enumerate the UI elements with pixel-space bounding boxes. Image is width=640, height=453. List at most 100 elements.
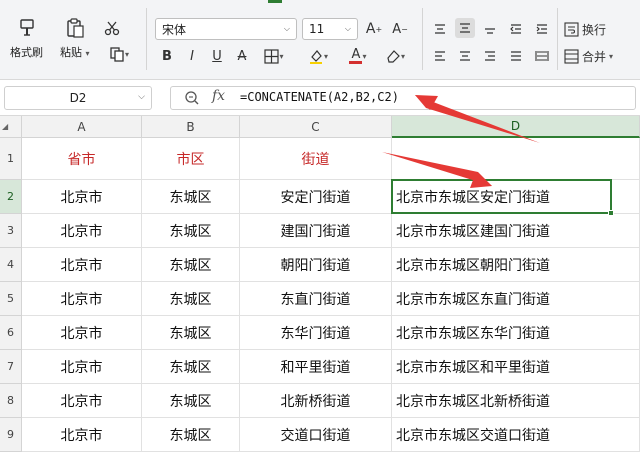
underline-button[interactable]: U (207, 46, 227, 66)
cell-a7[interactable]: 北京市 (22, 350, 142, 384)
chevron-down-icon[interactable]: ⌵ (138, 92, 145, 102)
justify-button[interactable] (506, 46, 526, 66)
distributed-button[interactable] (532, 46, 552, 66)
cell-b7[interactable]: 东城区 (142, 350, 240, 384)
font-name-select[interactable]: 宋体 ⌵ (155, 18, 297, 40)
merge-label: 合并 (582, 49, 607, 64)
distributed-icon (535, 51, 549, 61)
select-all-corner[interactable]: ◢ (0, 116, 22, 138)
border-button[interactable]: ▾ (256, 46, 292, 66)
row-header-3[interactable]: 3 (0, 214, 22, 248)
row-header-5[interactable]: 5 (0, 282, 22, 316)
column-header-d[interactable]: D (392, 116, 640, 138)
name-box[interactable]: D2 ⌵ (4, 86, 152, 110)
ribbon-divider (557, 8, 558, 70)
cell-a2[interactable]: 北京市 (22, 180, 142, 214)
cell-b2[interactable]: 东城区 (142, 180, 240, 214)
cell-c5[interactable]: 东直门街道 (240, 282, 392, 316)
align-center-button[interactable] (455, 46, 475, 66)
cell-d4[interactable]: 北京市东城区朝阳门街道 (392, 248, 640, 282)
cell-d1[interactable] (392, 138, 640, 180)
cell-a3[interactable]: 北京市 (22, 214, 142, 248)
italic-icon: I (190, 48, 194, 64)
cell-b5[interactable]: 东城区 (142, 282, 240, 316)
font-color-swatch (349, 60, 363, 64)
merge-icon (564, 48, 579, 64)
decrease-font-button[interactable]: A − (390, 19, 410, 39)
align-top-button[interactable] (430, 19, 450, 39)
cell-d7[interactable]: 北京市东城区和平里街道 (392, 350, 640, 384)
align-bottom-button[interactable] (480, 19, 500, 39)
clear-button[interactable]: ▾ (378, 46, 412, 66)
wrap-text-button[interactable]: 换行 (564, 19, 626, 39)
indent-decrease-button[interactable] (506, 19, 526, 39)
column-header-c[interactable]: C (240, 116, 392, 138)
cell-d6[interactable]: 北京市东城区东华门街道 (392, 316, 640, 350)
strikethrough-button[interactable]: A (232, 46, 252, 66)
cell-c1[interactable]: 街道 (240, 138, 392, 180)
cell-b3[interactable]: 东城区 (142, 214, 240, 248)
corner-triangle-icon: ◢ (2, 122, 9, 131)
cell-d2[interactable]: 北京市东城区安定门街道 (392, 180, 640, 214)
fill-color-button[interactable]: ▾ (300, 46, 336, 66)
cell-c7[interactable]: 和平里街道 (240, 350, 392, 384)
indent-decrease-icon (510, 24, 521, 34)
cell-d8[interactable]: 北京市东城区北新桥街道 (392, 384, 640, 418)
align-left-button[interactable] (430, 46, 450, 66)
copy-icon[interactable]: ▾ (104, 44, 134, 64)
font-name-value: 宋体 (162, 22, 187, 37)
row-header-4[interactable]: 4 (0, 248, 22, 282)
format-painter-button[interactable]: 格式刷 (10, 16, 43, 60)
fill-handle[interactable] (608, 210, 614, 216)
cell-c6[interactable]: 东华门街道 (240, 316, 392, 350)
fx-icon[interactable]: fx (212, 88, 225, 104)
cell-a8[interactable]: 北京市 (22, 384, 142, 418)
cell-c4[interactable]: 朝阳门街道 (240, 248, 392, 282)
cell-b9[interactable]: 东城区 (142, 418, 240, 452)
column-header-a[interactable]: A (22, 116, 142, 138)
cell-c3[interactable]: 建国门街道 (240, 214, 392, 248)
cell-b1[interactable]: 市区 (142, 138, 240, 180)
cut-icon[interactable] (102, 18, 122, 38)
row-header-7[interactable]: 7 (0, 350, 22, 384)
zoom-icon[interactable] (184, 90, 200, 109)
row-header-6[interactable]: 6 (0, 316, 22, 350)
align-center-icon (460, 51, 470, 61)
italic-button[interactable]: I (182, 46, 202, 66)
cell-b6[interactable]: 东城区 (142, 316, 240, 350)
cell-c9[interactable]: 交道口街道 (240, 418, 392, 452)
cell-b8[interactable]: 东城区 (142, 384, 240, 418)
format-painter-icon (15, 16, 39, 40)
row-header-2[interactable]: 2 (0, 180, 22, 214)
row-header-1[interactable]: 1 (0, 138, 22, 180)
cell-b4[interactable]: 东城区 (142, 248, 240, 282)
underline-icon: U (212, 48, 222, 64)
align-right-icon (485, 51, 495, 61)
chevron-down-icon: ▾ (362, 51, 367, 61)
cell-a6[interactable]: 北京市 (22, 316, 142, 350)
paste-button[interactable]: 粘贴 ▾ (60, 16, 90, 60)
align-right-button[interactable] (480, 46, 500, 66)
align-middle-button[interactable] (455, 18, 475, 38)
cell-a4[interactable]: 北京市 (22, 248, 142, 282)
row-header-9[interactable]: 9 (0, 418, 22, 452)
chevron-down-icon: ▾ (323, 51, 328, 61)
font-size-select[interactable]: 11 ⌵ (302, 18, 358, 40)
cell-d5[interactable]: 北京市东城区东直门街道 (392, 282, 640, 316)
font-color-button[interactable]: A ▾ (340, 46, 376, 66)
cell-a9[interactable]: 北京市 (22, 418, 142, 452)
cell-c2[interactable]: 安定门街道 (240, 180, 392, 214)
cell-a1[interactable]: 省市 (22, 138, 142, 180)
cell-c8[interactable]: 北新桥街道 (240, 384, 392, 418)
merge-button[interactable]: 合并 ▾ (564, 46, 628, 66)
ribbon-toolbar: 格式刷 粘贴 ▾ ▾ 宋体 ⌵ 11 ⌵ A + A − B I U A ▾ ▾ A… (0, 0, 640, 80)
increase-font-button[interactable]: A + (364, 19, 384, 39)
indent-increase-button[interactable] (532, 19, 552, 39)
cell-d9[interactable]: 北京市东城区交道口街道 (392, 418, 640, 452)
cell-d3[interactable]: 北京市东城区建国门街道 (392, 214, 640, 248)
indent-increase-icon (536, 24, 547, 34)
cell-a5[interactable]: 北京市 (22, 282, 142, 316)
bold-button[interactable]: B (157, 46, 177, 66)
column-header-b[interactable]: B (142, 116, 240, 138)
row-header-8[interactable]: 8 (0, 384, 22, 418)
